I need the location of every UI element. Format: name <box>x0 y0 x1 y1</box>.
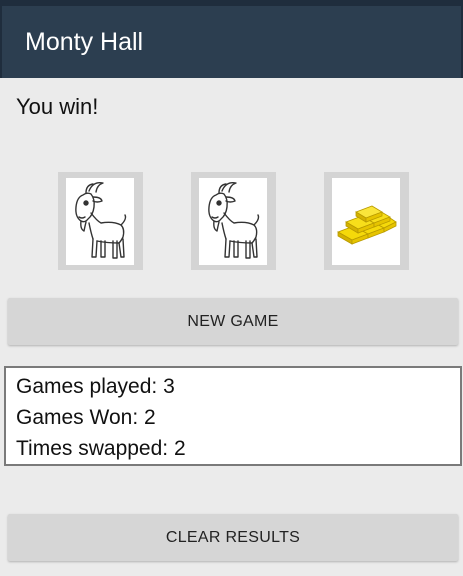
new-game-button[interactable]: NEW GAME <box>8 298 458 345</box>
door-2[interactable] <box>191 172 276 270</box>
gold-bars-icon <box>337 205 397 245</box>
times-swapped-text: Times swapped: 2 <box>16 437 186 460</box>
door-1[interactable] <box>58 172 143 270</box>
goat-icon <box>75 181 127 259</box>
results-panel: Games played: 3 Games Won: 2 Times swapp… <box>4 366 462 466</box>
app-title: Monty Hall <box>25 28 144 56</box>
games-won-text: Games Won: 2 <box>16 406 156 429</box>
result-message: You win! <box>16 94 99 119</box>
games-played-text: Games played: 3 <box>16 375 175 398</box>
app-bar: Monty Hall <box>0 6 463 78</box>
door-2-image <box>199 178 267 265</box>
door-3[interactable] <box>324 172 409 270</box>
clear-results-button[interactable]: CLEAR RESULTS <box>8 514 458 561</box>
goat-icon <box>208 181 260 259</box>
door-3-image <box>332 178 400 265</box>
door-1-image <box>66 178 134 265</box>
